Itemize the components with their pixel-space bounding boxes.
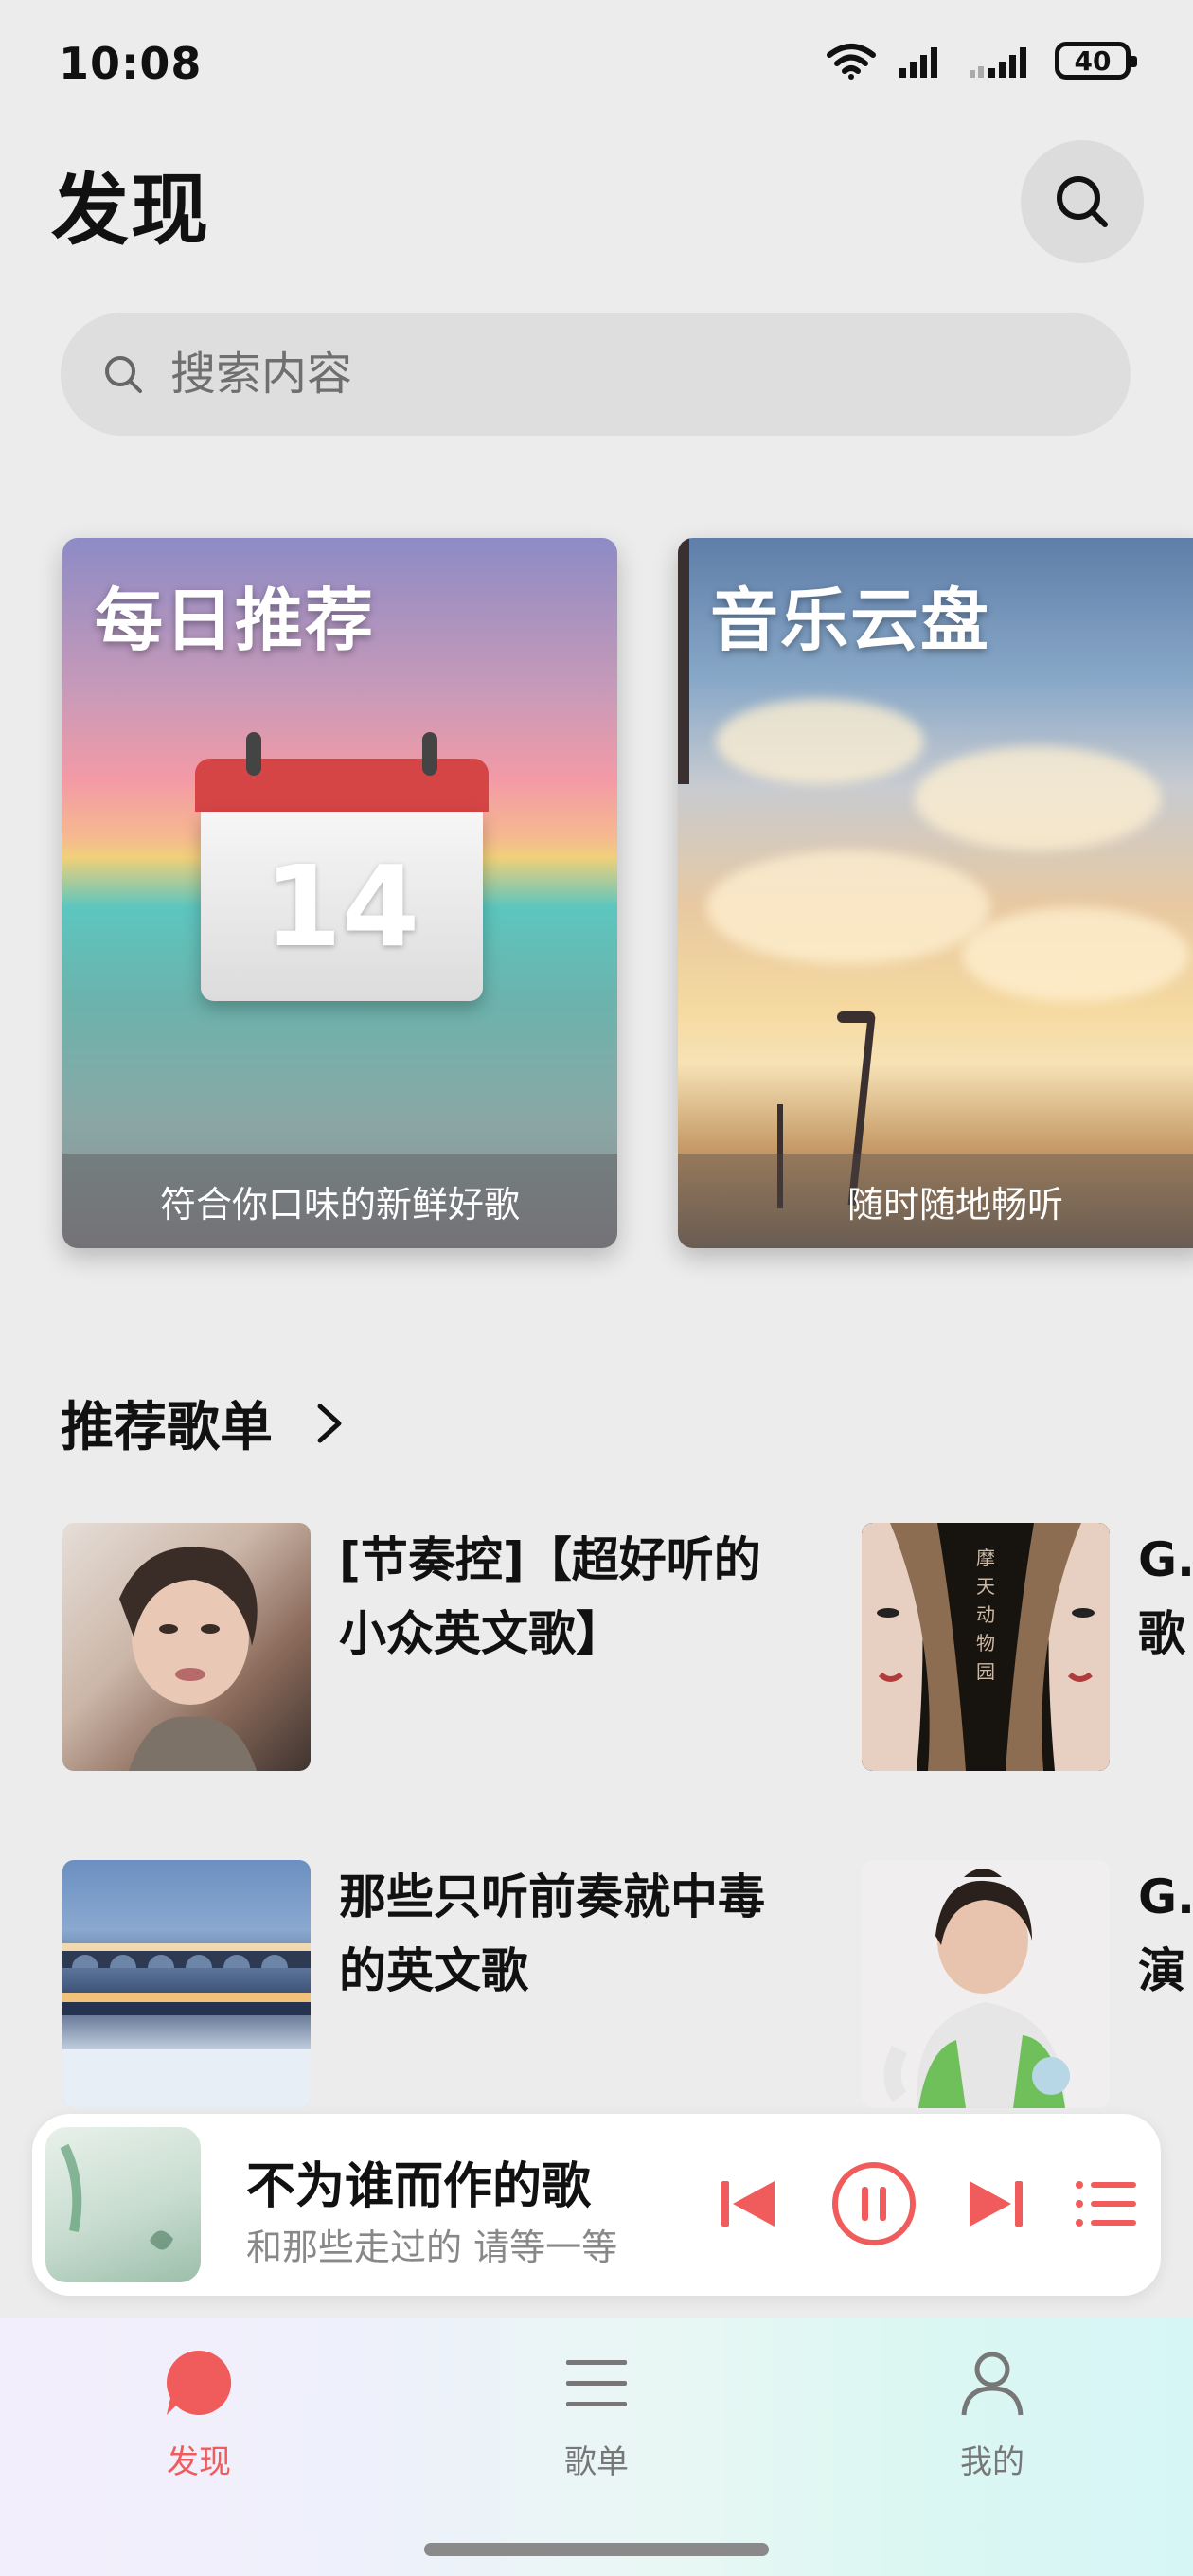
music-cloud-card[interactable]: 音乐云盘 随时随地畅听 (678, 538, 1193, 1248)
mini-player[interactable]: 不为谁而作的歌 和那些走过的 请等一等 (32, 2114, 1161, 2296)
queue-list-icon (1076, 2181, 1136, 2227)
bridge-image (62, 1943, 311, 2108)
now-playing-subtitle: 和那些走过的 请等一等 (246, 2227, 618, 2268)
search-icon (1057, 176, 1108, 227)
tab-label: 我的 (960, 2443, 1024, 2481)
section-title: 推荐歌单 (61, 1397, 273, 1458)
card-caption: 符合你口味的新鲜好歌 (62, 1154, 617, 1248)
signal-icon (899, 47, 937, 78)
battery-icon: 40 (1055, 42, 1137, 80)
chevron-right-icon (317, 1404, 342, 1442)
previous-button[interactable] (710, 2152, 786, 2256)
playlist-queue-button[interactable] (1068, 2152, 1144, 2256)
bottom-tab-bar: 发现 歌单 我的 (0, 2318, 1193, 2576)
pause-icon (832, 2162, 916, 2245)
card-title: 每日推荐 (95, 581, 376, 660)
calendar-icon: 14 (195, 732, 489, 1002)
skip-next-icon (970, 2181, 1023, 2227)
search-icon (105, 356, 142, 393)
calendar-day: 14 (201, 812, 483, 1001)
playlist-name[interactable]: G.歌 (1138, 1523, 1193, 1671)
battery-level: 40 (1074, 45, 1112, 77)
playlist-cover[interactable] (862, 1860, 1110, 2108)
tab-label: 歌单 (564, 2443, 629, 2481)
cover-art-image (60, 2143, 173, 2250)
search-button[interactable] (1021, 140, 1144, 263)
tab-label: 发现 (167, 2443, 231, 2481)
person-icon (961, 2352, 1024, 2416)
daily-recommend-card[interactable]: 每日推荐 14 符合你口味的新鲜好歌 (62, 538, 617, 1248)
next-button[interactable] (958, 2152, 1034, 2256)
status-time: 10:08 (59, 38, 203, 89)
playlist-cover[interactable] (62, 1523, 311, 1771)
status-icons: 40 (826, 42, 1137, 80)
playlist-cover[interactable] (62, 1860, 311, 2108)
search-bar[interactable] (61, 313, 1131, 436)
now-playing-title: 不为谁而作的歌 (246, 2158, 592, 2215)
skip-previous-icon (721, 2181, 775, 2227)
card-caption: 随时随地畅听 (678, 1154, 1193, 1248)
tab-mine[interactable]: 我的 (898, 2347, 1087, 2482)
playlist-name[interactable]: G.GL演 (1138, 1860, 1193, 2008)
signal-secondary-icon (970, 47, 1026, 78)
portrait-image (119, 1547, 258, 1771)
search-input[interactable] (169, 347, 1024, 402)
album-art-text: 摩天动物园 (976, 1547, 995, 1683)
playlist-cover[interactable]: 摩天动物园 (862, 1523, 1110, 1771)
now-playing-cover[interactable] (45, 2127, 201, 2282)
playlist-name[interactable]: 那些只听前奏就中毒的英文歌 (339, 1860, 775, 2008)
card-title: 音乐云盘 (710, 581, 991, 660)
pause-button[interactable] (822, 2152, 926, 2256)
tab-playlists[interactable]: 歌单 (502, 2347, 691, 2482)
playlist-name[interactable]: [节奏控]【超好听的小众英文歌】 (339, 1523, 775, 1671)
wifi-icon (827, 44, 876, 80)
section-recommended-playlists[interactable]: 推荐歌单 (61, 1385, 345, 1461)
status-bar: 10:08 40 (0, 0, 1193, 133)
home-indicator[interactable] (424, 2543, 769, 2556)
discover-icon (167, 2351, 232, 2415)
list-icon (566, 2360, 627, 2406)
album-art-image (883, 1869, 1070, 2108)
tab-discover[interactable]: 发现 (104, 2347, 294, 2482)
page-title: 发现 (51, 166, 211, 256)
